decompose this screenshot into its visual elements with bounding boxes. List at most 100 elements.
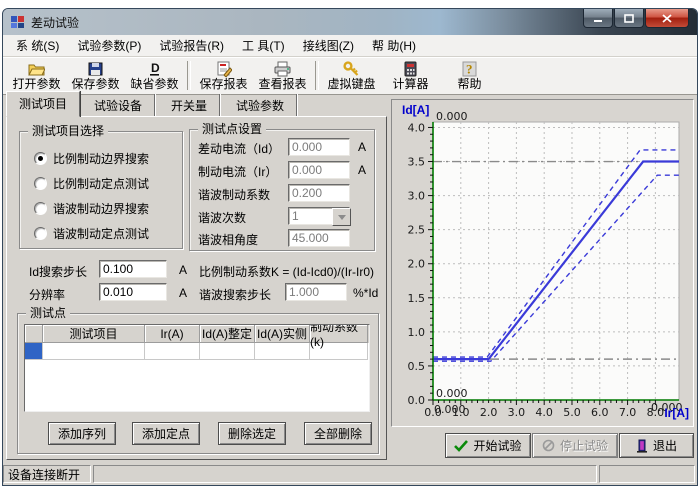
save-report-button[interactable]: 保存报表 xyxy=(194,57,253,94)
radio-ratio-fixed-point-test[interactable]: 比例制动定点测试 xyxy=(34,175,149,192)
col-id-set: Id(A)整定 xyxy=(200,325,255,343)
menu-test-report[interactable]: 试验报告(R) xyxy=(150,35,233,56)
col-test-item: 测试项目 xyxy=(43,325,145,343)
svg-text:0.000: 0.000 xyxy=(436,110,468,123)
window-title: 差动试验 xyxy=(31,15,80,30)
harmonic-phase-angle-input[interactable] xyxy=(288,229,350,247)
radio-icon xyxy=(34,152,47,165)
svg-text:7.0: 7.0 xyxy=(619,406,637,419)
tab-test-parameters[interactable]: 试验参数 xyxy=(224,94,298,116)
table-header: 测试项目 Ir(A) Id(A)整定 Id(A)实侧 制动系数(k) xyxy=(25,325,369,349)
toolbar-separator xyxy=(315,61,319,90)
svg-text:?: ? xyxy=(466,62,473,77)
menu-test-params[interactable]: 试验参数(P) xyxy=(68,35,150,56)
open-folder-icon xyxy=(28,61,46,77)
calculator-button[interactable]: 计算器 xyxy=(381,57,440,94)
chart-panel: Id[A] Ir[A] 0.0 0.5 1.0 1.5 2.0 2.5 3.0 3.5 4.0 0… xyxy=(391,99,694,427)
title-bar[interactable]: 差动试验 xyxy=(3,9,697,35)
radio-icon xyxy=(34,202,47,215)
diff-current-input[interactable] xyxy=(288,138,350,156)
row-selector-cell[interactable] xyxy=(25,343,43,360)
status-panel-right xyxy=(599,465,695,483)
status-panel-middle xyxy=(93,465,597,483)
tab-page-test-items: 测试项目选择 比例制动边界搜索 比例制动定点测试 谐波制动边界搜索 谐波制动定点… xyxy=(6,116,387,460)
save-icon xyxy=(87,61,104,77)
harmonic-order-label: 谐波次数 xyxy=(198,211,247,225)
col-row-selector xyxy=(25,325,43,343)
group-title: 测试点 xyxy=(26,306,71,320)
open-params-button[interactable]: 打开参数 xyxy=(7,57,66,94)
table-row[interactable] xyxy=(25,343,369,360)
check-icon xyxy=(454,439,469,452)
harmonic-phase-angle-label: 谐波相角度 xyxy=(198,233,259,247)
test-points-table[interactable]: 测试项目 Ir(A) Id(A)整定 Id(A)实侧 制动系数(k) xyxy=(24,324,370,412)
id-search-step-label: Id搜索步长 xyxy=(29,265,88,279)
svg-text:4.0: 4.0 xyxy=(535,406,553,419)
test-points-group: 测试点 测试项目 Ir(A) Id(A)整定 Id(A)实侧 制动系数(k) 添… xyxy=(17,306,379,454)
chevron-down-icon[interactable] xyxy=(332,208,351,226)
svg-text:3.5: 3.5 xyxy=(408,156,426,169)
id-search-step-input[interactable] xyxy=(99,260,167,278)
restraint-current-input[interactable] xyxy=(288,161,350,179)
delete-selected-button[interactable]: 删除选定 xyxy=(218,422,286,445)
virtual-keyboard-button[interactable]: 虚拟键盘 xyxy=(322,57,381,94)
view-report-icon xyxy=(274,61,291,77)
app-icon xyxy=(10,14,26,30)
unit-label: %*Id xyxy=(353,286,379,300)
ratio-coef-formula: 比例制动系数K = (Id-Icd0)/(Ir-Ir0) xyxy=(199,265,375,279)
svg-text:2.5: 2.5 xyxy=(408,224,426,237)
tab-test-items[interactable]: 测试项目 xyxy=(6,91,81,117)
view-report-button[interactable]: 查看报表 xyxy=(253,57,312,94)
svg-text:1.5: 1.5 xyxy=(408,292,426,305)
save-params-button[interactable]: 保存参数 xyxy=(66,57,125,94)
save-report-icon xyxy=(215,61,233,78)
status-connection: 设备连接断开 xyxy=(3,465,91,483)
x-axis-title: Ir[A] xyxy=(664,406,689,420)
svg-text:0.000: 0.000 xyxy=(436,387,468,400)
radio-icon xyxy=(34,227,47,240)
minimize-button[interactable] xyxy=(583,9,613,28)
default-params-button[interactable]: D 缺省参数 xyxy=(125,57,184,94)
svg-text:0.0: 0.0 xyxy=(408,394,426,407)
menu-bar: 系 统(S) 试验参数(P) 试验报告(R) 工 具(T) 接线图(Z) 帮 助… xyxy=(3,35,697,57)
delete-all-button[interactable]: 全部删除 xyxy=(304,422,372,445)
resolution-input[interactable] xyxy=(99,283,167,301)
radio-harmonic-fixed-point-test[interactable]: 谐波制动定点测试 xyxy=(34,225,149,242)
radio-icon xyxy=(34,177,47,190)
stop-test-button[interactable]: 停止试验 xyxy=(532,433,618,458)
menu-system[interactable]: 系 统(S) xyxy=(7,35,68,56)
group-title: 测试项目选择 xyxy=(28,124,109,138)
svg-text:3.0: 3.0 xyxy=(508,406,526,419)
help-icon: ? xyxy=(461,61,478,77)
tab-test-equipment[interactable]: 试验设备 xyxy=(82,94,156,116)
menu-wiring-diagram[interactable]: 接线图(Z) xyxy=(294,35,363,56)
resolution-label: 分辨率 xyxy=(29,288,66,302)
close-button[interactable] xyxy=(645,9,689,28)
svg-text:D: D xyxy=(151,61,160,75)
tab-switch-quantity[interactable]: 开关量 xyxy=(159,94,221,116)
differential-characteristic-chart: 0.00.51.01.52.02.53.03.54.00.0 1.0 2.0 3.0 4… xyxy=(408,110,683,419)
test-point-settings-group: 测试点设置 差动电流（Id） A 制动电流（Ir） A 谐波制动系数 谐波次数 … xyxy=(189,122,375,251)
menu-tools[interactable]: 工 具(T) xyxy=(233,35,294,56)
svg-text:4.0: 4.0 xyxy=(408,121,426,134)
harmonic-restraint-coef-input[interactable] xyxy=(288,184,350,202)
start-test-button[interactable]: 开始试验 xyxy=(445,433,531,458)
radio-harmonic-boundary-search[interactable]: 谐波制动边界搜索 xyxy=(34,200,149,217)
virtual-keyboard-icon xyxy=(343,61,360,77)
radio-ratio-boundary-search[interactable]: 比例制动边界搜索 xyxy=(34,150,149,167)
toolbar-separator xyxy=(187,61,191,90)
svg-text:2.0: 2.0 xyxy=(480,406,498,419)
menu-help[interactable]: 帮 助(H) xyxy=(363,35,425,56)
svg-text:5.0: 5.0 xyxy=(563,406,581,419)
harmonic-search-step-input[interactable] xyxy=(285,283,347,301)
maximize-button[interactable] xyxy=(614,9,644,28)
add-fixed-point-button[interactable]: 添加定点 xyxy=(132,422,200,445)
exit-button[interactable]: 退出 xyxy=(619,433,694,458)
diff-current-label: 差动电流（Id） xyxy=(198,142,281,156)
help-button[interactable]: ? 帮助 xyxy=(440,57,499,94)
col-id-measured: Id(A)实侧 xyxy=(255,325,310,343)
add-sequence-button[interactable]: 添加序列 xyxy=(48,422,116,445)
col-restraint-coef: 制动系数(k) xyxy=(310,325,368,349)
y-axis-title: Id[A] xyxy=(402,103,430,117)
tab-strip: 测试项目 试验设备 开关量 试验参数 xyxy=(6,91,387,117)
